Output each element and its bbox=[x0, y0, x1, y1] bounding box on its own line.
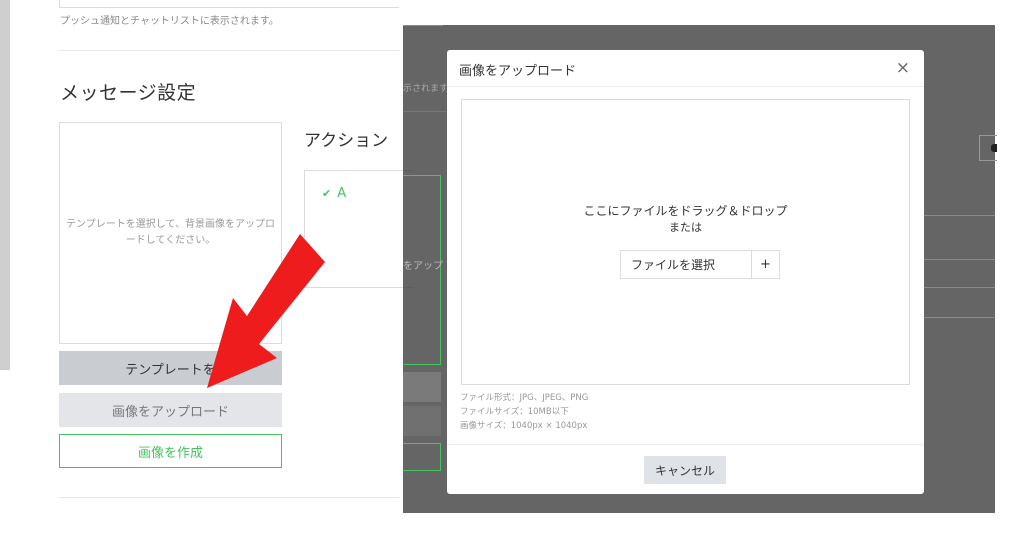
action-item-label: A bbox=[337, 186, 347, 201]
image-size-info: 画像サイズ：1040px × 1040px bbox=[460, 421, 588, 431]
chevron-down-icon: ✔ bbox=[322, 187, 332, 200]
create-image-button[interactable]: 画像を作成 bbox=[59, 434, 282, 468]
underlay-line bbox=[923, 215, 995, 216]
drop-or-text: または bbox=[669, 221, 702, 234]
underlay-button bbox=[403, 443, 441, 471]
page-scrollbar[interactable] bbox=[0, 0, 10, 370]
underlay-button bbox=[403, 372, 441, 402]
dialog-header-divider bbox=[447, 86, 924, 87]
red-arrow-icon bbox=[207, 234, 325, 388]
file-select-button[interactable]: ファイルを選択 + bbox=[620, 250, 780, 279]
push-hint-text: プッシュ通知とチャットリストに表示されます。 bbox=[60, 16, 279, 27]
dialog-footer-divider bbox=[447, 444, 924, 445]
drop-instruction: ここにファイルをドラッグ＆ドロップ bbox=[583, 204, 788, 218]
plus-icon[interactable]: + bbox=[752, 251, 779, 278]
underlay-toggle-knob bbox=[991, 144, 997, 152]
underlay-line bbox=[923, 317, 995, 318]
file-format-info: ファイル形式：JPG、JPEG、PNG bbox=[460, 393, 589, 403]
arrow-shape bbox=[207, 234, 325, 388]
close-icon[interactable]: × bbox=[896, 58, 910, 78]
bottom-divider bbox=[59, 497, 399, 498]
upload-image-button[interactable]: 画像をアップロード bbox=[59, 393, 282, 427]
underlay-upload-fragment: をアップ bbox=[403, 261, 443, 272]
action-title: アクション bbox=[304, 131, 389, 151]
cancel-button[interactable]: キャンセル bbox=[644, 456, 726, 484]
dialog-title: 画像をアップロード bbox=[459, 64, 577, 79]
underlay-line bbox=[403, 25, 443, 26]
section-title: メッセージ設定 bbox=[60, 82, 197, 104]
underlay-line bbox=[403, 111, 447, 112]
file-select-label[interactable]: ファイルを選択 bbox=[621, 251, 752, 278]
action-item-a[interactable]: ✔ A bbox=[322, 186, 346, 201]
underlay-line bbox=[923, 259, 995, 260]
underlay-line bbox=[923, 287, 995, 288]
underlay-button bbox=[403, 406, 441, 436]
underlay-hint-fragment: 示されます bbox=[403, 84, 449, 94]
push-text-input[interactable] bbox=[59, 0, 399, 8]
upload-image-dialog: 画像をアップロード × ここにファイルをドラッグ＆ドロップ または ファイルを選… bbox=[447, 50, 924, 494]
section-divider bbox=[59, 50, 399, 51]
file-drop-zone[interactable]: ここにファイルをドラッグ＆ドロップ または ファイルを選択 + bbox=[461, 99, 910, 385]
file-size-info: ファイルサイズ：10MB以下 bbox=[460, 407, 569, 417]
